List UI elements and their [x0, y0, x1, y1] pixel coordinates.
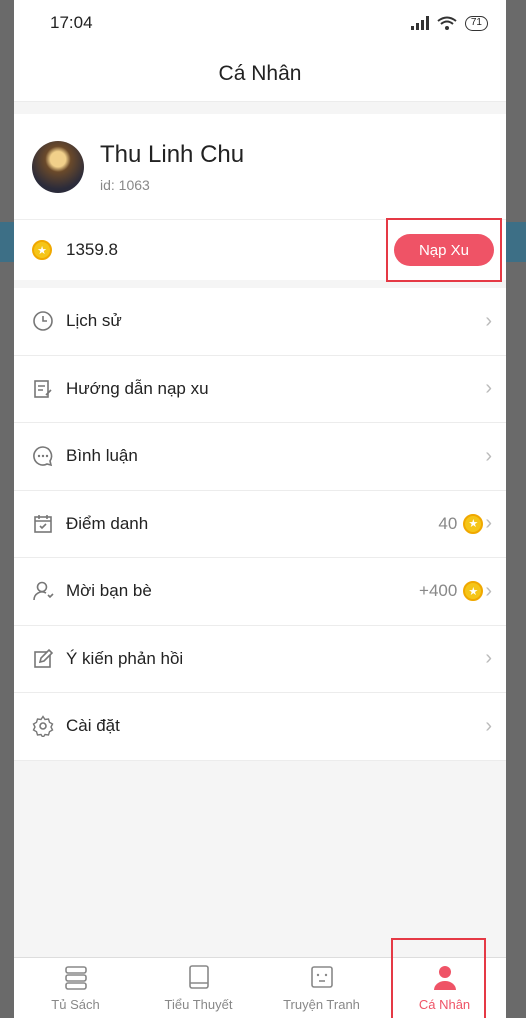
menu-item-settings[interactable]: Cài đặt ›	[14, 693, 506, 761]
menu-item-label: Bình luận	[66, 446, 138, 466]
menu-item-label: Ý kiến phản hồi	[66, 648, 184, 668]
chevron-right-icon: ›	[485, 579, 492, 602]
user-invite-icon	[32, 580, 54, 602]
gear-icon	[32, 715, 54, 738]
page-title: Cá Nhân	[218, 61, 302, 85]
status-time: 17:04	[50, 13, 93, 32]
menu-list: Lịch sử › Hướng dẫn nạp xu › Bình luận ›…	[14, 288, 506, 761]
menu-item-label: Lịch sử	[66, 311, 122, 331]
menu-item-recharge-guide[interactable]: Hướng dẫn nạp xu ›	[14, 356, 506, 423]
invite-reward: +400	[419, 581, 458, 601]
tab-label: Tủ Sách	[51, 997, 100, 1012]
page-header: Cá Nhân	[14, 46, 506, 102]
tab-highlight	[391, 938, 486, 1018]
edit-icon	[32, 648, 54, 670]
profile-card[interactable]: Thu Linh Chu id: 1063	[14, 114, 506, 220]
comment-icon	[32, 445, 54, 467]
clock-icon	[32, 310, 54, 332]
chevron-right-icon: ›	[485, 444, 492, 467]
recharge-highlight: Nạp Xu	[386, 218, 502, 282]
battery-icon: 71	[464, 15, 488, 31]
menu-item-invite-friends[interactable]: Mời bạn bè +400 ★ ›	[14, 558, 506, 626]
avatar[interactable]	[32, 140, 84, 193]
signal-icon	[410, 16, 429, 30]
comic-icon	[310, 966, 333, 988]
chevron-right-icon: ›	[485, 512, 492, 535]
menu-item-history[interactable]: Lịch sử ›	[14, 288, 506, 356]
user-name: Thu Linh Chu	[100, 140, 245, 168]
menu-item-label: Hướng dẫn nạp xu	[66, 378, 209, 398]
bottom-tab-bar: Tủ Sách Tiểu Thuyết Truyện Tranh Cá Nhân	[14, 938, 506, 1018]
menu-item-label: Cài đặt	[66, 716, 120, 736]
menu-item-label: Mời bạn bè	[66, 581, 152, 601]
tab-comics[interactable]: Truyện Tranh	[260, 958, 383, 1018]
tab-bookshelf[interactable]: Tủ Sách	[14, 958, 137, 1018]
user-id: id: 1063	[100, 176, 150, 193]
book-icon	[188, 965, 209, 989]
menu-item-feedback[interactable]: Ý kiến phản hồi ›	[14, 626, 506, 693]
coin-icon: ★	[463, 581, 484, 602]
bookshelf-icon	[64, 966, 87, 990]
menu-item-label: Điểm danh	[66, 513, 149, 533]
menu-item-comments[interactable]: Bình luận ›	[14, 423, 506, 491]
wifi-icon	[437, 16, 457, 30]
app-screen: 17:04 71 Cá Nhân Thu Linh Chu id: 1063 ★…	[14, 0, 506, 1018]
coin-amount: 1359.8	[66, 240, 118, 259]
tab-novels[interactable]: Tiểu Thuyết	[137, 958, 260, 1018]
checkin-reward: 40	[438, 513, 458, 533]
tab-profile[interactable]: Cá Nhân	[383, 938, 506, 1018]
recharge-button[interactable]: Nạp Xu	[394, 234, 494, 266]
calendar-icon	[32, 513, 54, 535]
chevron-right-icon: ›	[485, 647, 492, 670]
tab-label: Truyện Tranh	[283, 997, 360, 1012]
coin-icon: ★	[463, 513, 484, 534]
coin-icon: ★	[32, 240, 52, 260]
chevron-right-icon: ›	[485, 309, 492, 332]
menu-item-checkin[interactable]: Điểm danh 40 ★ ›	[14, 491, 506, 558]
note-icon	[32, 378, 54, 400]
tab-label: Tiểu Thuyết	[164, 997, 233, 1012]
chevron-right-icon: ›	[485, 377, 492, 400]
coin-balance-row: ★ 1359.8 Nạp Xu	[14, 218, 506, 288]
status-bar: 17:04 71	[14, 0, 506, 46]
chevron-right-icon: ›	[485, 714, 492, 737]
